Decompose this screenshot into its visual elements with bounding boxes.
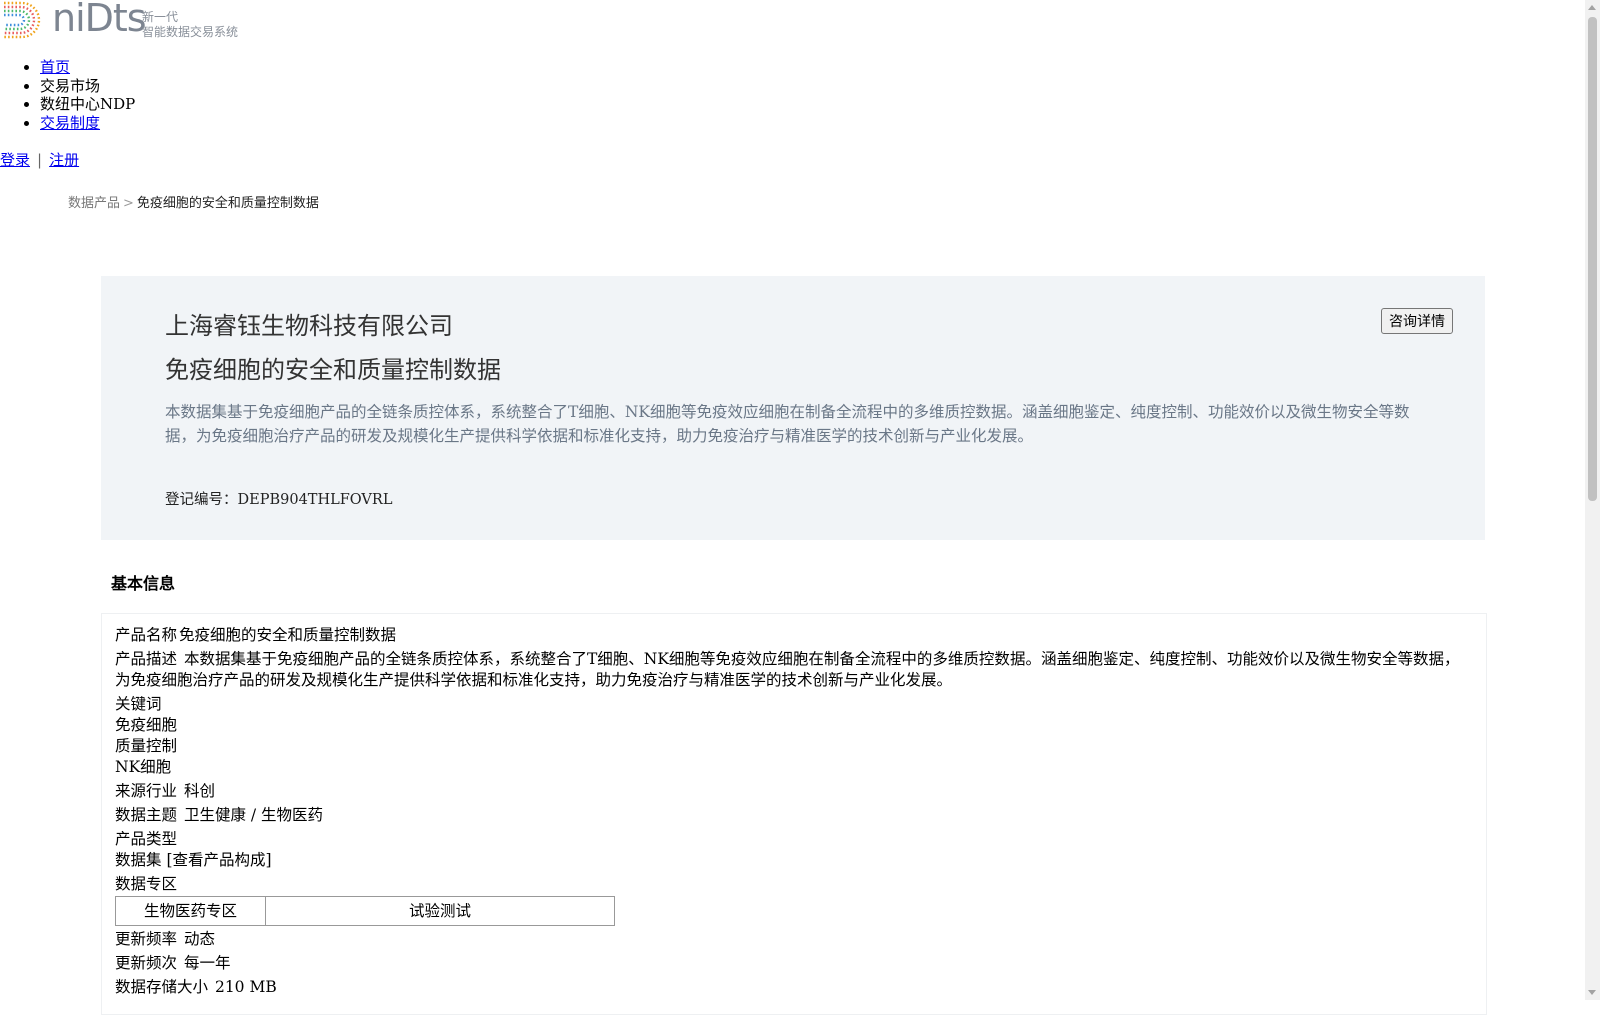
breadcrumb-parent[interactable]: 数据产品 (68, 196, 120, 211)
product-name-value: 免疫细胞的安全和质量控制数据 (179, 626, 397, 644)
basic-info-panel: 产品名称 免疫细胞的安全和质量控制数据 产品描述 本数据集基于免疫细胞产品的全链条… (101, 613, 1487, 1015)
breadcrumb-arrow: > (123, 196, 134, 211)
registration-value: DEPB904THLFOVRL (237, 492, 393, 508)
registration-number: 登记编号：DEPB904THLFOVRL (165, 488, 392, 509)
breadcrumb-current: 免疫细胞的安全和质量控制数据 (136, 196, 319, 211)
product-name-row: 产品名称 免疫细胞的安全和质量控制数据 (115, 625, 1465, 646)
product-desc-value: 本数据集基于免疫细胞产品的全链条质控体系，系统整合了T细胞、NK细胞等免疫效应细… (115, 650, 1460, 689)
zone-cell[interactable]: 试验测试 (265, 896, 615, 926)
industry-row: 来源行业 科创 (115, 781, 1465, 802)
freq-value: 动态 (183, 930, 215, 948)
zone-label: 数据专区 (115, 875, 178, 893)
nav-item-ndp[interactable]: 数纽中心NDP (40, 95, 135, 114)
type-value: 数据集 (115, 851, 162, 869)
product-title: 免疫细胞的安全和质量控制数据 (165, 356, 501, 384)
page-scrollbar[interactable] (1585, 0, 1600, 1000)
main-nav: 首页 交易市场 数纽中心NDP 交易制度 (0, 58, 135, 132)
zone-row: 数据专区 生物医药专区 试验测试 (115, 874, 1465, 926)
product-name-label: 产品名称 (115, 626, 178, 644)
product-desc-row: 产品描述 本数据集基于免疫细胞产品的全链条质控体系，系统整合了T细胞、NK细胞等… (115, 649, 1465, 691)
logo-tagline-line2: 智能数据交易系统 (142, 25, 239, 39)
industry-label: 来源行业 (115, 782, 178, 800)
industry-value: 科创 (183, 782, 215, 800)
size-label: 数据存储大小 (115, 978, 209, 996)
consult-details-button[interactable]: 咨询详情 (1381, 308, 1453, 334)
register-link[interactable]: 注册 (49, 151, 79, 169)
zone-cell[interactable]: 生物医药专区 (115, 896, 266, 926)
view-composition-link[interactable]: [查看产品构成] (166, 851, 271, 869)
logo-mark-icon (4, 1, 41, 39)
logo-tagline: 新一代 智能数据交易系统 (142, 10, 238, 40)
nav-item-rules[interactable]: 交易制度 (40, 114, 135, 133)
nav-item-home[interactable]: 首页 (40, 58, 135, 77)
keyword-item: 免疫细胞 (115, 716, 178, 734)
login-link[interactable]: 登录 (0, 151, 30, 169)
registration-label: 登记编号： (165, 492, 238, 508)
topic-value: 卫生健康 / 生物医药 (183, 806, 324, 824)
type-label: 产品类型 (115, 830, 178, 848)
times-label: 更新频次 (115, 954, 178, 972)
type-row: 产品类型 数据集 [查看产品构成] (115, 829, 1465, 871)
logo-tagline-line1: 新一代 (142, 10, 179, 24)
freq-row: 更新频率 动态 (115, 929, 1465, 950)
scrollbar-thumb[interactable] (1588, 17, 1597, 501)
nav-link-home[interactable]: 首页 (40, 58, 70, 76)
basic-info-title: 基本信息 (111, 574, 176, 593)
keywords-label: 关键词 (115, 695, 162, 713)
auth-links: 登录 | 注册 (0, 149, 79, 170)
company-name: 上海睿钰生物科技有限公司 (165, 312, 453, 340)
keyword-item: NK细胞 (115, 758, 172, 776)
zone-table: 生物医药专区 试验测试 (115, 896, 615, 926)
product-hero: 上海睿钰生物科技有限公司 免疫细胞的安全和质量控制数据 本数据集基于免疫细胞产品… (101, 276, 1485, 540)
logo-wordmark: niDts (52, 0, 147, 40)
scroll-down-arrow-icon[interactable] (1588, 990, 1596, 995)
auth-separator: | (37, 151, 43, 169)
nav-item-market[interactable]: 交易市场 (40, 77, 135, 96)
size-row: 数据存储大小 210 MB (115, 977, 1465, 998)
times-row: 更新频次 每一年 (115, 953, 1465, 974)
site-logo[interactable]: niDts 新一代 智能数据交易系统 (0, 0, 250, 40)
nav-link-rules[interactable]: 交易制度 (40, 114, 100, 132)
size-value: 210 MB (214, 978, 277, 996)
keywords-row: 关键词 免疫细胞 质量控制 NK细胞 (115, 694, 1465, 778)
product-desc-label: 产品描述 (115, 650, 178, 668)
topic-label: 数据主题 (115, 806, 178, 824)
product-summary: 本数据集基于免疫细胞产品的全链条质控体系，系统整合了T细胞、NK细胞等免疫效应细… (165, 403, 1410, 445)
freq-label: 更新频率 (115, 930, 178, 948)
breadcrumb: 数据产品 > 免疫细胞的安全和质量控制数据 (68, 192, 319, 211)
times-value: 每一年 (183, 954, 231, 972)
keyword-item: 质量控制 (115, 737, 178, 755)
topic-row: 数据主题 卫生健康 / 生物医药 (115, 805, 1465, 826)
scroll-up-arrow-icon[interactable] (1588, 5, 1596, 10)
